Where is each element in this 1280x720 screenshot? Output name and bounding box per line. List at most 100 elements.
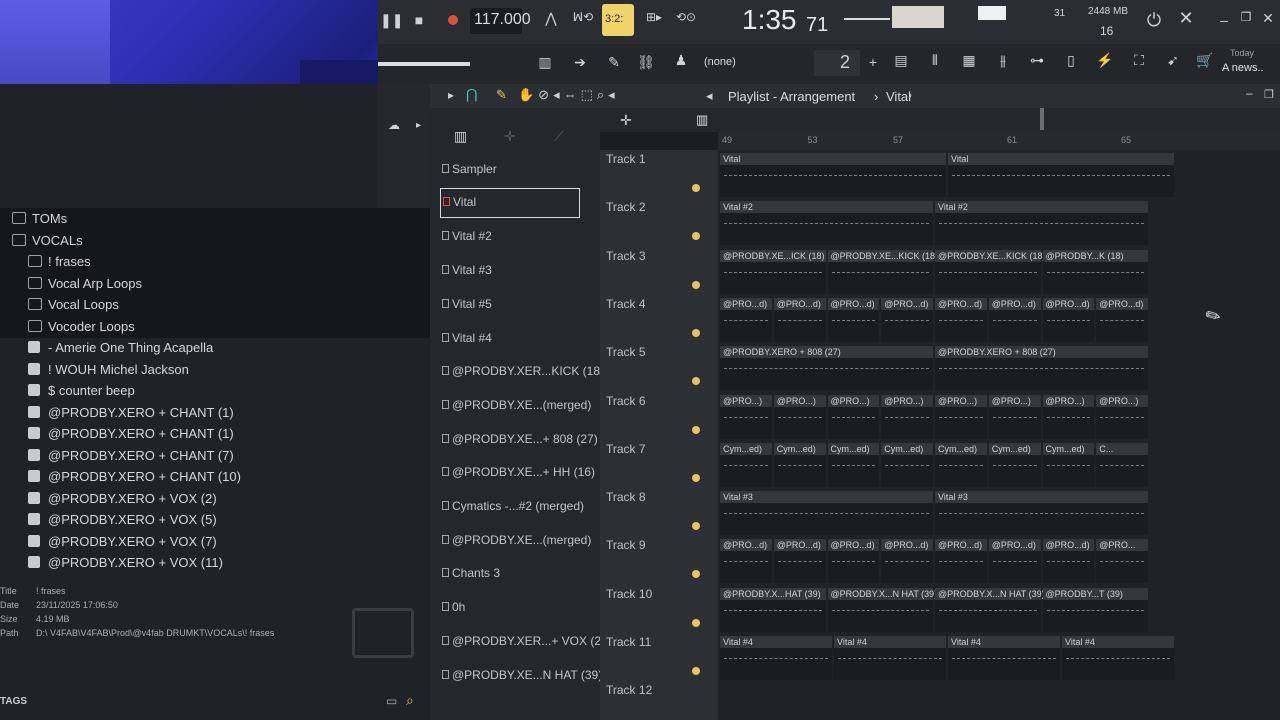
chevron-right-icon[interactable]: ›	[908, 88, 912, 102]
track-name[interactable]: Track 12	[606, 683, 652, 697]
channel-item[interactable]: Vital #2	[440, 223, 580, 249]
track-name[interactable]: Track 6	[606, 394, 646, 408]
track-name[interactable]: Track 9	[606, 538, 646, 552]
browser-item[interactable]: @PRODBY.XERO + CHANT (7)	[0, 445, 430, 467]
channel-select-box[interactable]	[442, 669, 449, 679]
playlist-clip[interactable]: @PRO...)	[935, 394, 987, 439]
playlist-clip[interactable]: @PRO...d)	[881, 539, 933, 584]
piano-icon[interactable]: ▥	[532, 54, 558, 71]
playlist-clip[interactable]: Cym...ed)	[988, 442, 1041, 487]
wait-icon[interactable]: ꟽ⟲	[570, 10, 596, 24]
track-mute-dot[interactable]	[692, 473, 700, 482]
track-mute-dot[interactable]	[692, 280, 700, 289]
playlist-clip[interactable]: Cym...ed)	[1042, 442, 1095, 487]
channel-select-box[interactable]	[442, 332, 449, 342]
playlist-clip[interactable]: @PRO...)	[773, 394, 826, 439]
track-mute-dot[interactable]	[692, 570, 700, 579]
playlist-clip[interactable]: @PRO...)	[988, 394, 1041, 439]
playlist-clip[interactable]: Vital #4	[1062, 636, 1174, 680]
track-mute-dot[interactable]	[692, 522, 700, 531]
channel-select-box[interactable]	[442, 602, 449, 612]
track-mute-dot[interactable]	[692, 667, 700, 675]
channel-item[interactable]: @PRODBY.XE...+ 808 (27)	[440, 426, 598, 452]
channel-item[interactable]: 0h	[440, 594, 580, 620]
browser-item[interactable]: Vocoder Loops	[0, 315, 430, 338]
track-mute-dot[interactable]	[692, 618, 700, 627]
add-folder-icon[interactable]	[352, 608, 414, 658]
loop-record-icon[interactable]: ⊞▸	[642, 10, 666, 24]
browser-item[interactable]: VOCALs	[0, 229, 430, 252]
channel-select-box[interactable]	[442, 399, 449, 409]
playlist-clip[interactable]: @PRO...d)	[1096, 297, 1148, 342]
track-name[interactable]: Track 3	[606, 249, 646, 263]
channel-select-box[interactable]	[442, 568, 449, 578]
browser-item[interactable]: $ counter beep	[0, 380, 430, 402]
playlist-clip[interactable]: Cym...ed)	[773, 442, 826, 487]
pause-icon[interactable]: ❚❚	[380, 12, 403, 29]
arrow-right-icon[interactable]: ➔	[570, 54, 590, 71]
playlist-clip[interactable]: @PRO...)	[881, 394, 933, 439]
browser-item[interactable]: @PRODBY.XERO + VOX (7)	[0, 531, 430, 553]
playlist-clip[interactable]: @PRO...d)	[988, 539, 1041, 584]
track-name[interactable]: Track 8	[606, 490, 646, 504]
playlist-clip[interactable]: @PRO...d)	[988, 297, 1041, 342]
playlist-clip[interactable]: C...	[1096, 442, 1148, 487]
browser-item[interactable]: ! frases	[0, 251, 430, 273]
blend-icon[interactable]: ⟲⊙	[674, 10, 698, 24]
channel-item[interactable]: Chants 3	[440, 560, 580, 586]
timeline-ruler[interactable]: 49 53 57 61 65	[718, 132, 1280, 150]
channel-select-box[interactable]	[442, 501, 449, 510]
browser-item[interactable]: ! WOUH Michel Jackson	[0, 359, 430, 381]
browser-item[interactable]: - Amerie One Thing Acapella	[0, 337, 430, 359]
channel-item[interactable]: @PRODBY.XER...+ VOX (2)	[440, 628, 605, 654]
chevron-right-icon[interactable]: ▸	[416, 120, 421, 131]
channel-select-box[interactable]	[442, 534, 449, 544]
playlist-clip[interactable]: Vital	[948, 153, 1174, 197]
playlist-clip[interactable]: Cym...ed)	[881, 442, 933, 487]
tool-icons[interactable]: ✋⊘◂⇔⬚⌕◂	[518, 87, 619, 103]
track-mute-dot[interactable]	[692, 425, 700, 434]
track-name[interactable]: Track 11	[606, 635, 651, 649]
browser-item[interactable]: @PRODBY.XERO + CHANT (1)	[0, 423, 430, 445]
pattern-select[interactable]: (none)	[704, 56, 736, 68]
playlist-clip[interactable]: @PRO...d)	[1042, 539, 1095, 584]
playlist-clip[interactable]: @PRODBY.X...HAT (39)	[720, 587, 826, 632]
track-name[interactable]: Track 4	[606, 297, 646, 311]
playlist-clip[interactable]: Vital #2	[935, 201, 1148, 246]
playlist-clip[interactable]: @PRO...d)	[827, 539, 880, 584]
playlist-clip[interactable]: @PRO...d)	[935, 539, 987, 584]
browser-item[interactable]: @PRODBY.XERO + VOX (5)	[0, 509, 430, 531]
file-icon[interactable]: ▯	[1060, 52, 1082, 69]
pencil-icon[interactable]: ✎	[604, 54, 624, 71]
minimize-icon[interactable]: –	[1246, 86, 1253, 100]
playlist-clip[interactable]: @PRO...d)	[773, 539, 826, 584]
draw-tool-icon[interactable]: ✎	[496, 87, 507, 103]
play-icon[interactable]: ▸	[448, 88, 454, 102]
playlist-clip[interactable]: Cym...ed)	[935, 442, 987, 487]
playlist-clip[interactable]: @PRO...)	[827, 394, 880, 439]
playlist-clip[interactable]: @PRODBY.XE...ICK (18)	[720, 249, 826, 294]
track-mute-dot[interactable]	[692, 184, 700, 192]
brush-icon[interactable]: ⟋	[554, 128, 564, 145]
playlist-clip[interactable]: @PRODBY.XERO + 808 (27)	[720, 346, 933, 391]
channel-rack-icon[interactable]: ⫴	[924, 52, 946, 69]
playlist-clip[interactable]: @PRO...d)	[720, 539, 772, 584]
channel-item[interactable]: Vital #4	[440, 325, 580, 351]
browser-item[interactable]: @PRODBY.XERO + CHANT (10)	[0, 466, 430, 488]
playlist-clip[interactable]: Cym...ed)	[720, 442, 772, 487]
tempo-display[interactable]: 117.000	[470, 8, 531, 34]
channel-select-box[interactable]	[443, 196, 450, 206]
playlist-clip[interactable]: Vital #4	[834, 636, 946, 680]
tools-icon[interactable]: ✕	[1176, 8, 1196, 29]
tree-icon[interactable]: ⊶	[1026, 52, 1048, 69]
track-name[interactable]: Track 7	[606, 442, 646, 456]
folder-icon[interactable]: ▭	[386, 694, 397, 708]
channel-select-box[interactable]	[442, 635, 449, 645]
plus-channel-icon[interactable]: ✛	[504, 128, 516, 145]
playlist-clip[interactable]: @PRODBY.XE...KICK (18)	[935, 249, 1046, 294]
plus-icon[interactable]: ✛	[620, 112, 632, 129]
playlist-clip[interactable]: @PRO...d)	[773, 297, 826, 342]
browser-item[interactable]: @PRODBY.XERO + VOX (11)	[0, 552, 430, 574]
channel-select-box[interactable]	[442, 164, 449, 173]
power-icon[interactable]: ⏻	[1144, 10, 1164, 31]
